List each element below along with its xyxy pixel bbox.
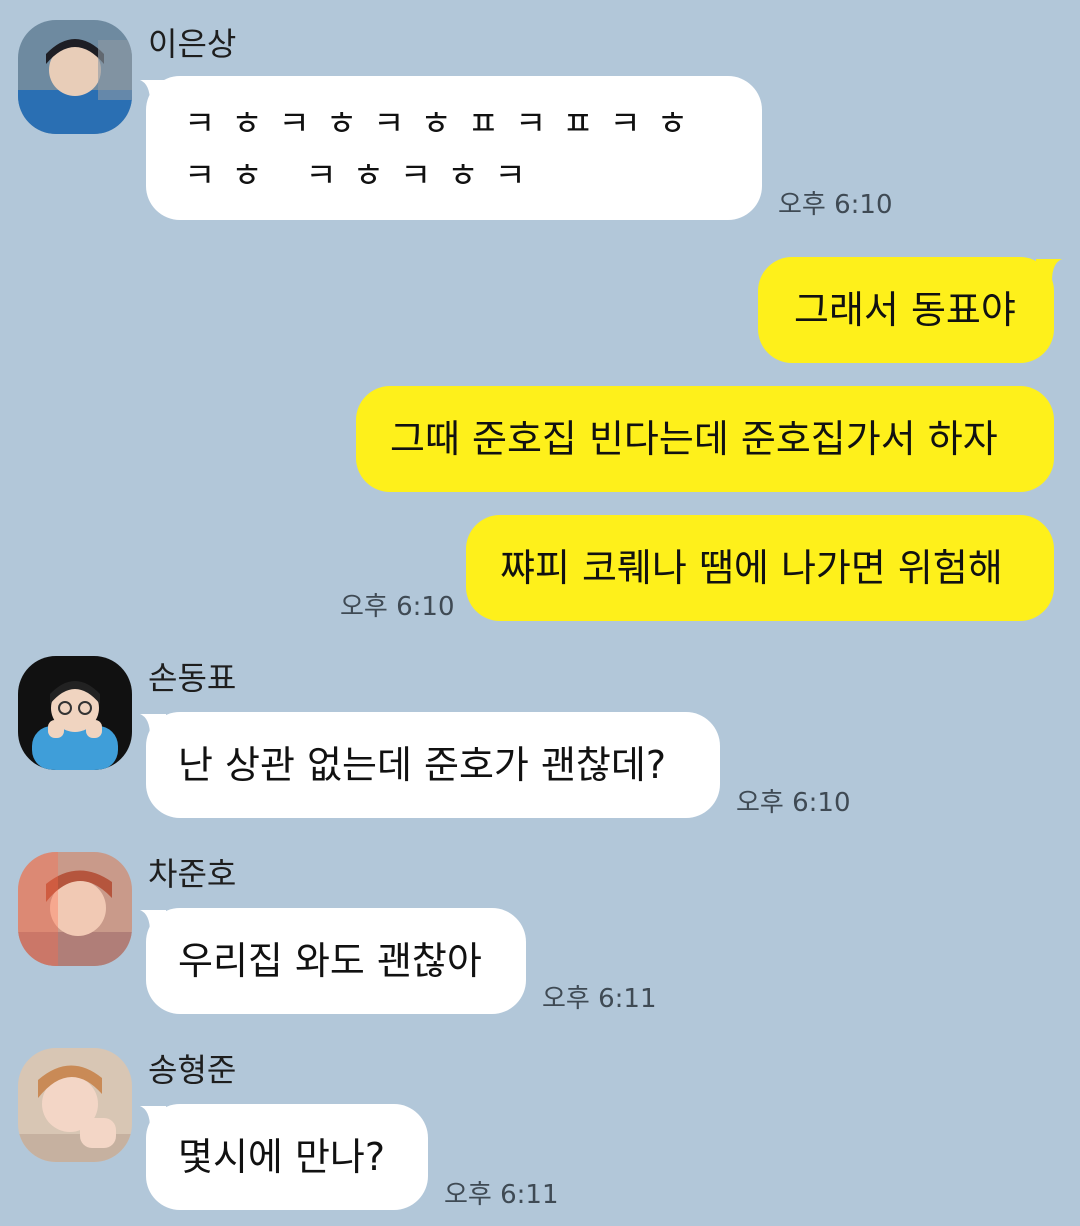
message-text: 우리집 와도 괜찮아 [178, 938, 482, 983]
message-bubble[interactable]: 그래서 동표야 [758, 257, 1054, 363]
message-time: 오후 6:10 [778, 190, 893, 220]
message-bubble[interactable]: 몇시에 만나? [146, 1104, 428, 1210]
sender-name: 송형준 [148, 1051, 237, 1089]
message-time: 오후 6:10 [736, 788, 851, 818]
chat-room: 이은상 ㅋㅎㅋㅎㅋㅎㅍㅋㅍㅋㅎㅋㅎ ㅋㅎㅋㅎㅋ 오후 6:10 그래서 동표야 … [0, 0, 1080, 1226]
message-text: 몇시에 만나? [178, 1134, 386, 1179]
message-text: 그때 준호집 빈다는데 준호집가서 하자 [390, 416, 998, 461]
message-time: 오후 6:11 [444, 1180, 559, 1210]
message-text: 그래서 동표야 [794, 287, 1016, 332]
bubble-tail [1036, 259, 1062, 281]
message-bubble[interactable]: 우리집 와도 괜찮아 [146, 908, 526, 1014]
message-bubble[interactable]: ㅋㅎㅋㅎㅋㅎㅍㅋㅍㅋㅎㅋㅎ ㅋㅎㅋㅎㅋ [146, 76, 762, 220]
avatar-sender-2[interactable] [18, 656, 132, 770]
message-bubble[interactable]: 그때 준호집 빈다는데 준호집가서 하자 [356, 386, 1054, 492]
message-text: 난 상관 없는데 준호가 괜찮데? [178, 742, 667, 787]
avatar-sender-3[interactable] [18, 852, 132, 966]
message-text: ㅋㅎㅋㅎㅋㅎㅍㅋㅍㅋㅎㅋㅎ ㅋㅎㅋㅎㅋ [184, 104, 705, 196]
sender-name: 손동표 [148, 659, 237, 697]
avatar-sender-1[interactable] [18, 20, 132, 134]
profile-photo-icon [18, 852, 132, 966]
message-bubble[interactable]: 쨔피 코뤠나 땜에 나가면 위험해 [466, 515, 1054, 621]
message-text: 쨔피 코뤠나 땜에 나가면 위험해 [500, 545, 1003, 590]
profile-photo-icon [18, 656, 132, 770]
message-bubble[interactable]: 난 상관 없는데 준호가 괜찮데? [146, 712, 720, 818]
message-time: 오후 6:11 [542, 984, 657, 1014]
profile-photo-icon [18, 20, 132, 134]
sender-name: 차준호 [148, 855, 237, 893]
avatar-sender-4[interactable] [18, 1048, 132, 1162]
sender-name: 이은상 [148, 25, 237, 63]
message-time: 오후 6:10 [340, 592, 455, 622]
profile-photo-icon [18, 1048, 132, 1162]
